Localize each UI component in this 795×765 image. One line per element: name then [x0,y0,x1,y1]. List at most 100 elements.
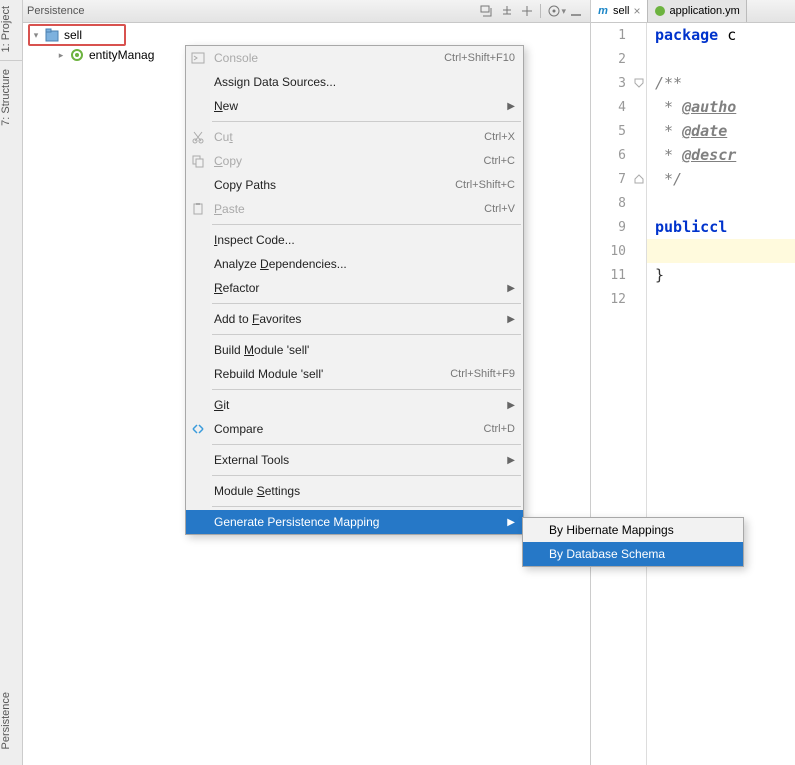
submenu-arrow-icon: ▶ [507,400,515,411]
menu-separator [212,121,521,122]
persistence-mapping-submenu: By Hibernate MappingsBy Database Schema [522,517,744,567]
compare-icon [190,421,206,437]
collapse-all-icon[interactable] [499,3,515,19]
editor-tab-sell[interactable]: m sell × [591,0,648,22]
menu-item-label: External Tools [214,453,503,467]
tree-child-label: entityManag [89,48,154,62]
menu-item-generate-persistence-mapping[interactable]: Generate Persistence Mapping ▶ [186,510,523,534]
code-line: */ [647,167,795,191]
menu-separator [212,224,521,225]
hide-icon[interactable] [519,3,535,19]
menu-item-shortcut: Ctrl+D [484,423,515,435]
menu-item-shortcut: Ctrl+Shift+F9 [450,368,515,380]
menu-item-label: Copy [214,154,484,168]
submenu-arrow-icon: ▶ [507,283,515,294]
chevron-down-icon[interactable]: ▾ [30,29,42,41]
menu-item-new[interactable]: New ▶ [186,94,523,118]
menu-item-module-settings[interactable]: Module Settings [186,479,523,503]
context-menu: ConsoleCtrl+Shift+F10 Assign Data Sources… [185,45,524,535]
line-number: 1 [591,23,646,47]
menu-item-compare[interactable]: CompareCtrl+D [186,417,523,441]
persistence-tool-tab[interactable]: Persistence [0,686,22,755]
minimize-icon[interactable] [568,3,584,19]
menu-item-copy: CopyCtrl+C [186,149,523,173]
code-line: * @descr [647,143,795,167]
copy-icon [190,153,206,169]
line-number: 3 [591,71,646,95]
menu-item-label: Git [214,398,503,412]
query-console-icon[interactable] [479,3,495,19]
menu-item-label: Assign Data Sources... [214,75,515,89]
menu-separator [212,475,521,476]
tab-label: application.ym [670,5,740,17]
menu-item-label: Console [214,51,444,65]
menu-item-label: Cut [214,130,484,144]
editor-panel: m sell × application.ym 1 2 3 4 5 6 [591,0,795,765]
paste-icon [190,201,206,217]
submenu-arrow-icon: ▶ [507,455,515,466]
menu-item-assign-data-sources[interactable]: Assign Data Sources... [186,70,523,94]
menu-item-cut: CutCtrl+X [186,125,523,149]
submenu-item-by-hibernate-mappings[interactable]: By Hibernate Mappings [523,518,743,542]
menu-item-label: Build Module 'sell' [214,343,515,357]
menu-item-shortcut: Ctrl+V [484,203,515,215]
menu-item-external-tools[interactable]: External Tools ▶ [186,448,523,472]
settings-gear-icon[interactable] [546,3,562,19]
maven-icon: m [597,5,609,17]
menu-item-label: New [214,99,503,113]
dropdown-arrow-icon[interactable]: ▾ [561,6,566,17]
menu-item-shortcut: Ctrl+X [484,131,515,143]
line-number: 6 [591,143,646,167]
editor-tabs: m sell × application.ym [591,0,795,23]
menu-item-copy-paths[interactable]: Copy PathsCtrl+Shift+C [186,173,523,197]
left-tool-strip: 1: Project 7: Structure Persistence [0,0,23,765]
tree-root-row[interactable]: ▾ sell [23,25,590,45]
fold-icon[interactable] [634,78,644,88]
menu-item-add-to-favorites[interactable]: Add to Favorites ▶ [186,307,523,331]
code-line: } [647,263,795,287]
menu-item-refactor[interactable]: Refactor▶ [186,276,523,300]
menu-item-console: ConsoleCtrl+Shift+F10 [186,46,523,70]
menu-item-shortcut: Ctrl+C [484,155,515,167]
submenu-arrow-icon: ▶ [507,517,515,528]
line-number: 9 [591,215,646,239]
menu-item-git[interactable]: Git ▶ [186,393,523,417]
menu-item-label: Add to Favorites [214,312,503,326]
toolbar-separator [540,4,541,18]
code-line [647,191,795,215]
menu-item-label: Inspect Code... [214,233,515,247]
submenu-arrow-icon: ▶ [507,314,515,325]
menu-item-label: Module Settings [214,484,515,498]
cut-icon [190,129,206,145]
menu-separator [212,444,521,445]
menu-separator [212,303,521,304]
structure-tool-tab[interactable]: 7: Structure [0,63,12,132]
module-icon [44,27,60,43]
menu-item-inspect-code[interactable]: Inspect Code... [186,228,523,252]
project-tool-tab[interactable]: 1: Project [0,0,12,58]
menu-item-label: Copy Paths [214,178,455,192]
submenu-item-by-database-schema[interactable]: By Database Schema [523,542,743,566]
divider [0,60,22,61]
panel-title: Persistence [27,5,84,17]
menu-item-build-module-sell[interactable]: Build Module 'sell' [186,338,523,362]
menu-item-analyze-dependencies[interactable]: Analyze Dependencies... [186,252,523,276]
menu-separator [212,389,521,390]
fold-icon[interactable] [634,174,644,184]
submenu-arrow-icon: ▶ [507,101,515,112]
menu-item-rebuild-module-sell[interactable]: Rebuild Module 'sell'Ctrl+Shift+F9 [186,362,523,386]
menu-item-label: Compare [214,422,484,436]
line-number: 7 [591,167,646,191]
spring-leaf-icon [654,5,666,17]
menu-item-label: Generate Persistence Mapping [214,515,503,529]
close-icon[interactable]: × [634,4,641,18]
code-line: * @autho [647,95,795,119]
menu-separator [212,506,521,507]
editor-tab-application[interactable]: application.ym [648,0,747,22]
editor-gutter: 1 2 3 4 5 6 7 8 9 10 11 12 [591,23,647,765]
chevron-right-icon[interactable]: ▸ [55,49,67,61]
code-line [647,47,795,71]
panel-header: Persistence ▾ [23,0,590,23]
code-area[interactable]: package c /** * @autho * @date * @descr … [647,23,795,765]
menu-item-paste: PasteCtrl+V [186,197,523,221]
